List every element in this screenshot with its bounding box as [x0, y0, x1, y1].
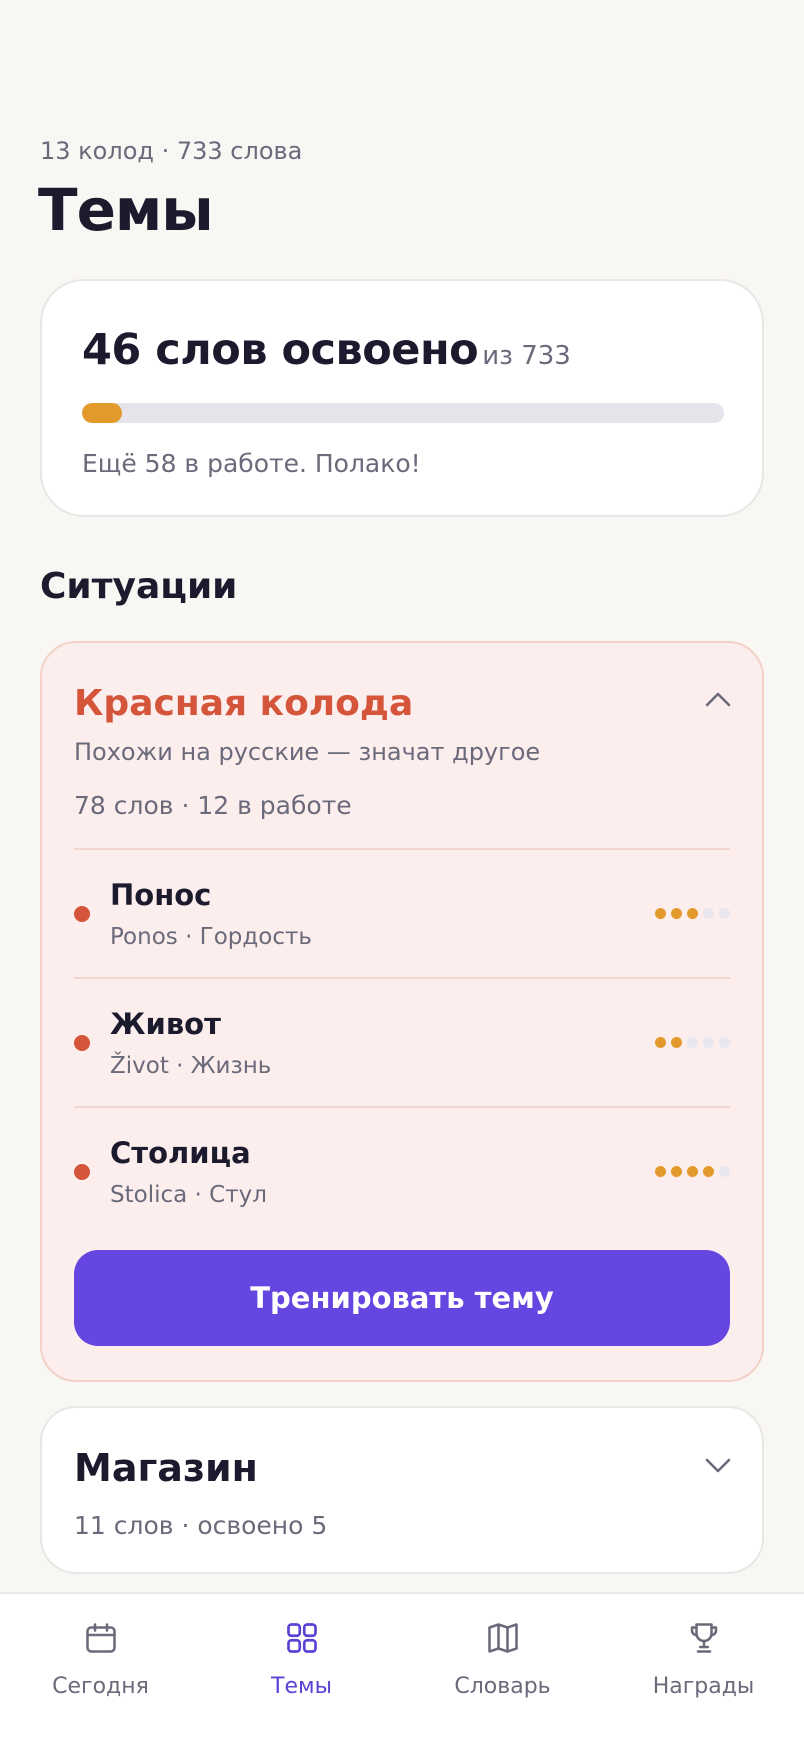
nav-item-awards[interactable]: Награды: [603, 1594, 804, 1748]
grid-icon: [282, 1618, 322, 1658]
level-dot-filled: [655, 908, 666, 919]
train-topic-button[interactable]: Тренировать тему: [74, 1250, 730, 1346]
red-dot-icon: [74, 906, 90, 922]
level-dot-empty: [703, 908, 714, 919]
word-row[interactable]: Столица Stolica · Стул: [74, 1106, 730, 1235]
level-dot-empty: [719, 1166, 730, 1177]
progress-card: 46 слов освоено из 733 Ещё 58 в работе. П…: [40, 279, 764, 517]
expand-button[interactable]: [700, 1448, 736, 1484]
total-count: из 733: [482, 341, 571, 371]
level-dot-filled: [671, 1037, 682, 1048]
word-row[interactable]: Живот Život · Жизнь: [74, 977, 730, 1106]
chevron-up-icon: [705, 692, 731, 707]
deck-title: Красная колода: [74, 683, 414, 724]
level-dot-filled: [671, 1166, 682, 1177]
book-icon: [483, 1618, 523, 1658]
nav-label: Сегодня: [52, 1674, 149, 1699]
collapse-button[interactable]: [700, 681, 736, 717]
deck-stats: 78 слов · 12 в работе: [74, 791, 352, 820]
page-title: Темы: [38, 176, 214, 244]
nav-label: Награды: [652, 1674, 755, 1699]
progress-headline: 46 слов освоено из 733: [82, 325, 571, 375]
trophy-icon: [684, 1618, 724, 1658]
word-translation: Stolica · Стул: [110, 1182, 267, 1208]
nav-item-topics[interactable]: Темы: [201, 1594, 402, 1748]
word-progress-dots: [655, 908, 730, 919]
bottom-nav: Сегодня Темы Словарь Награды: [0, 1592, 804, 1748]
level-dot-filled: [687, 908, 698, 919]
nav-label: Темы: [271, 1674, 332, 1699]
word-text: Понос: [110, 878, 212, 912]
themes-screen: 13 колод · 733 слова Темы 46 слов освоен…: [0, 0, 804, 1748]
red-dot-icon: [74, 1035, 90, 1051]
calendar-icon: [81, 1618, 121, 1658]
level-dot-empty: [687, 1037, 698, 1048]
level-dot-empty: [703, 1037, 714, 1048]
word-row[interactable]: Понос Ponos · Гордость: [74, 848, 730, 977]
word-text: Столица: [110, 1136, 251, 1170]
progress-bar-fill: [82, 403, 123, 423]
nav-label: Словарь: [454, 1674, 551, 1699]
deck-card-red: Красная колода Похожи на русские — знача…: [40, 641, 764, 1382]
deck-card-shop[interactable]: Магазин 11 слов · освоено 5: [40, 1406, 764, 1574]
progress-bar: [82, 403, 724, 423]
nav-item-dictionary[interactable]: Словарь: [402, 1594, 603, 1748]
level-dot-filled: [655, 1166, 666, 1177]
word-progress-dots: [655, 1037, 730, 1048]
word-translation: Ponos · Гордость: [110, 924, 312, 950]
word-progress-dots: [655, 1166, 730, 1177]
level-dot-filled: [687, 1166, 698, 1177]
section-title: Ситуации: [40, 566, 238, 607]
deck-title: Магазин: [74, 1446, 258, 1490]
chevron-down-icon: [705, 1458, 731, 1473]
learned-count: 46 слов освоено: [82, 325, 479, 375]
level-dot-filled: [671, 908, 682, 919]
word-list: Понос Ponos · Гордость Живот Život · Жиз…: [74, 848, 730, 1235]
word-translation: Život · Жизнь: [110, 1053, 272, 1079]
level-dot-filled: [703, 1166, 714, 1177]
word-text: Живот: [110, 1007, 221, 1041]
level-dot-filled: [655, 1037, 666, 1048]
level-dot-empty: [719, 1037, 730, 1048]
deck-stats: 11 слов · освоено 5: [74, 1511, 328, 1540]
progress-note: Ещё 58 в работе. Полако!: [82, 449, 421, 478]
level-dot-empty: [719, 908, 730, 919]
nav-item-today[interactable]: Сегодня: [0, 1594, 201, 1748]
deck-summary: 13 колод · 733 слова: [40, 137, 303, 165]
deck-description: Похожи на русские — значат другое: [74, 738, 541, 766]
red-dot-icon: [74, 1164, 90, 1180]
